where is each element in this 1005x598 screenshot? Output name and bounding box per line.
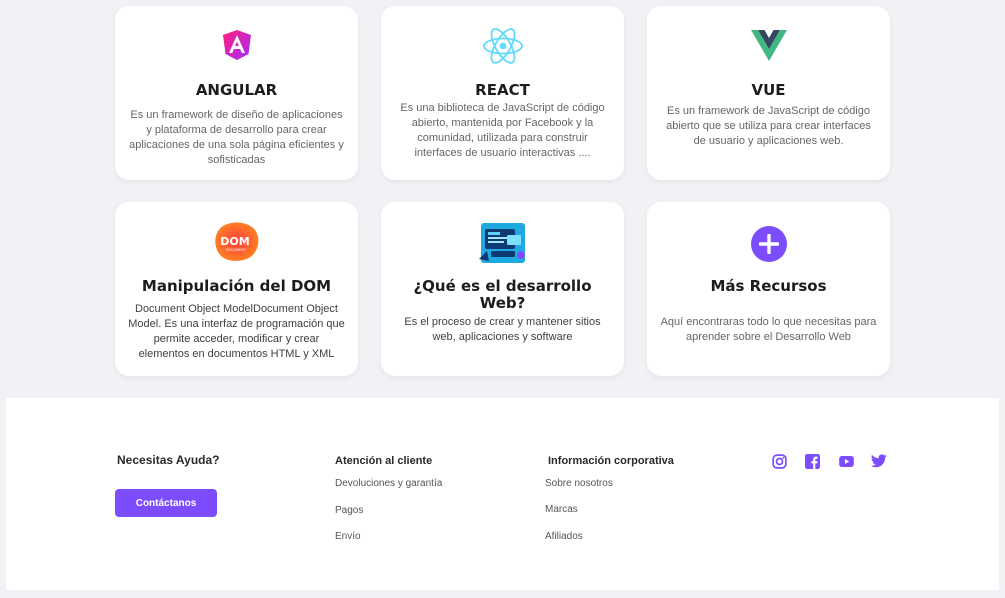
angular-logo-icon <box>115 28 358 62</box>
help-title: Necesitas Ayuda? <box>117 453 220 467</box>
card-title: REACT <box>475 81 530 99</box>
web-development-illustration-icon <box>381 221 624 265</box>
site-footer: Necesitas Ayuda? Contáctanos Atención al… <box>6 398 999 590</box>
link-brands[interactable]: Marcas <box>545 504 578 515</box>
svg-text:DOM: DOM <box>220 235 249 248</box>
link-returns[interactable]: Devoluciones y garantía <box>335 478 442 489</box>
link-about-us[interactable]: Sobre nosotros <box>545 478 613 489</box>
facebook-icon[interactable] <box>803 452 821 470</box>
card-description: Es un framework de diseño de aplicacione… <box>129 109 344 166</box>
corporate-info-title: Información corporativa <box>548 455 674 467</box>
link-affiliates[interactable]: Afiliados <box>545 531 583 542</box>
card-title: ¿Qué es el desarrollo Web? <box>413 277 592 312</box>
card-more-resources[interactable]: Más Recursos Aquí encontraras todo lo qu… <box>647 202 890 376</box>
instagram-icon[interactable] <box>770 452 788 470</box>
card-react[interactable]: REACT Es una biblioteca de JavaScript de… <box>381 6 624 180</box>
card-title: VUE <box>751 81 786 99</box>
card-description: Es el proceso de crear y mantener sitios… <box>404 316 601 343</box>
card-title: Manipulación del DOM <box>141 277 332 295</box>
contact-button[interactable]: Contáctanos <box>115 489 217 517</box>
customer-service-title: Atención al cliente <box>335 455 433 467</box>
card-description: Document Object ModelDocument Object Mod… <box>128 303 345 360</box>
link-shipping[interactable]: Envío <box>335 531 361 542</box>
plus-circle-icon <box>647 226 890 262</box>
twitter-icon[interactable] <box>870 452 888 470</box>
card-dom[interactable]: DOM DOCUMENT Manipulación del DOM Docume… <box>115 202 358 376</box>
react-logo-icon <box>381 26 624 66</box>
card-title: ANGULAR <box>195 81 278 99</box>
card-description: Es un framework de JavaScript de código … <box>666 105 871 147</box>
youtube-icon[interactable] <box>837 452 855 470</box>
card-vue[interactable]: VUE Es un framework de JavaScript de cód… <box>647 6 890 180</box>
technology-cards: ANGULAR Es un framework de diseño de apl… <box>0 0 1005 398</box>
card-web-development[interactable]: ¿Qué es el desarrollo Web? Es el proceso… <box>381 202 624 376</box>
card-description: Aquí encontraras todo lo que necesitas p… <box>660 316 877 343</box>
card-angular[interactable]: ANGULAR Es un framework de diseño de apl… <box>115 6 358 180</box>
card-description: Es una biblioteca de JavaScript de códig… <box>400 102 605 159</box>
dom-logo-icon: DOM DOCUMENT <box>115 222 358 262</box>
card-title: Más Recursos <box>710 277 827 295</box>
link-payments[interactable]: Pagos <box>335 505 363 516</box>
vue-logo-icon <box>647 30 890 62</box>
svg-text:DOCUMENT: DOCUMENT <box>225 248 246 252</box>
